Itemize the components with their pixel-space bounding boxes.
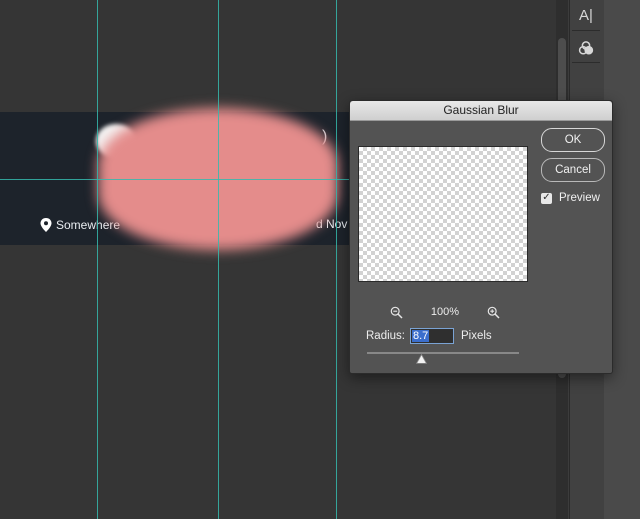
preview-label: Preview: [559, 192, 600, 204]
radius-slider-track[interactable]: [367, 352, 519, 354]
cancel-button[interactable]: Cancel: [541, 158, 605, 182]
gaussian-blur-dialog: Gaussian Blur OK Cancel ✓ Preview 100% R…: [349, 100, 613, 374]
radius-slider-thumb[interactable]: [416, 354, 428, 364]
character-panel-button[interactable]: A|: [572, 1, 600, 29]
guide-vertical[interactable]: [218, 0, 219, 519]
guide-vertical[interactable]: [97, 0, 98, 519]
guide-horizontal[interactable]: [0, 179, 380, 180]
zoom-in-icon[interactable]: [487, 306, 500, 319]
location-line: Somewhere: [40, 217, 120, 233]
location-text: Somewhere: [56, 218, 121, 232]
dialog-title[interactable]: Gaussian Blur: [350, 101, 612, 121]
zoom-out-icon[interactable]: [390, 306, 403, 319]
zoom-level: 100%: [430, 306, 460, 318]
paragraph-styles-button[interactable]: [572, 34, 600, 62]
radius-value: 8.7: [412, 330, 430, 342]
radius-unit: Pixels: [461, 330, 492, 342]
tool-divider: [572, 62, 600, 63]
tool-divider: [572, 30, 600, 31]
blur-preview[interactable]: [358, 146, 528, 282]
location-pin-icon: [40, 218, 52, 232]
zoom-controls: 100%: [390, 304, 500, 320]
character-icon: A|: [579, 6, 593, 24]
guide-vertical[interactable]: [336, 0, 337, 519]
preview-checkbox[interactable]: ✓: [541, 192, 552, 204]
radius-label: Radius:: [366, 330, 405, 342]
ok-button[interactable]: OK: [541, 128, 605, 152]
radius-row: Radius: 8.7 Pixels: [366, 327, 492, 345]
preview-toggle[interactable]: ✓ Preview: [541, 192, 600, 204]
radius-input[interactable]: 8.7: [410, 328, 454, 344]
paragraph-styles-icon: [578, 41, 594, 55]
